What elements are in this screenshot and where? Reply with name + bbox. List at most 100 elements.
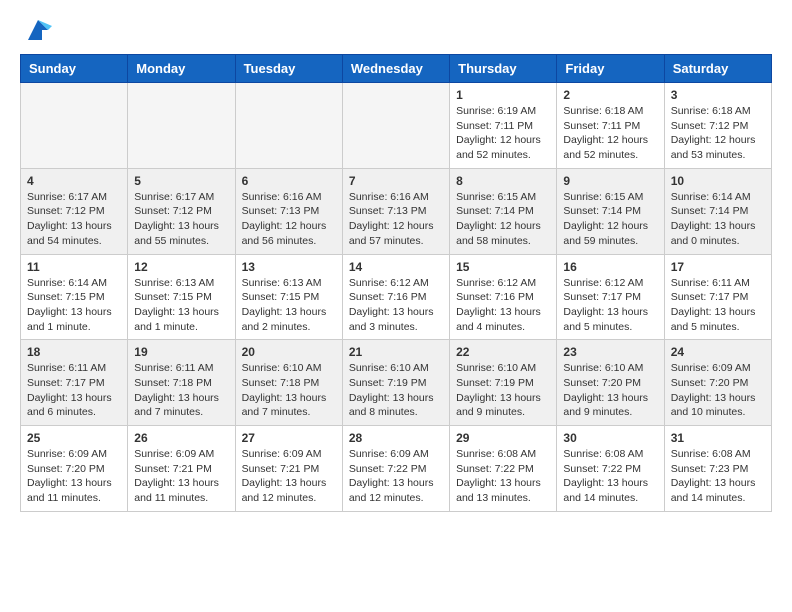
sunset-label: Sunset: 7:15 PM [27, 291, 105, 303]
day-info: Sunrise: 6:11 AMSunset: 7:17 PMDaylight:… [27, 361, 121, 420]
sunset-label: Sunset: 7:23 PM [671, 463, 749, 475]
sunset-label: Sunset: 7:22 PM [456, 463, 534, 475]
day-info: Sunrise: 6:11 AM Sunset: 7:18 PM Daylight:… [134, 361, 228, 420]
empty-day [235, 83, 342, 169]
calendar-day-31: 31Sunrise: 6:08 AMSunset: 7:23 PMDayligh… [664, 426, 771, 512]
sunset-label: Sunset: 7:13 PM [242, 205, 320, 217]
calendar-day-25: 25Sunrise: 6:09 AMSunset: 7:20 PMDayligh… [21, 426, 128, 512]
day-number: 31 [671, 431, 765, 445]
calendar-day-29: 29Sunrise: 6:08 AMSunset: 7:22 PMDayligh… [450, 426, 557, 512]
sunrise-label: Sunrise: 6:09 AM [27, 448, 107, 460]
logo [20, 20, 52, 44]
day-number: 5 [134, 174, 228, 188]
sunset-label: Sunset: 7:18 PM [242, 377, 320, 389]
sunrise-label: Sunrise: 6:08 AM [563, 448, 643, 460]
day-info: Sunrise: 6:14 AMSunset: 7:15 PMDaylight:… [27, 276, 121, 335]
daylight-label: Daylight: 13 hours and 7 minutes. [242, 392, 327, 419]
daylight-label: Daylight: 12 hours and 57 minutes. [349, 220, 434, 247]
day-number: 10 [671, 174, 765, 188]
page-header [20, 20, 772, 44]
day-info: Sunrise: 6:11 AMSunset: 7:17 PMDaylight:… [671, 276, 765, 335]
sunset-label: Sunset: 7:20 PM [563, 377, 641, 389]
sunset-label: Sunset: 7:21 PM [242, 463, 320, 475]
day-number: 25 [27, 431, 121, 445]
sunrise-label: Sunrise: 6:15 AM [456, 191, 536, 203]
sunrise-label: Sunrise: 6:09 AM [134, 448, 214, 460]
day-info: Sunrise: 6:10 AMSunset: 7:20 PMDaylight:… [563, 361, 657, 420]
calendar-day-12: 12 Sunrise: 6:13 AMSunset: 7:15 PMDayligh… [128, 254, 235, 340]
calendar-day-17: 17Sunrise: 6:11 AMSunset: 7:17 PMDayligh… [664, 254, 771, 340]
day-number: 9 [563, 174, 657, 188]
day-info: Sunrise: 6:13 AMSunset: 7:15 PMDaylight:… [134, 276, 228, 335]
day-info: Sunrise: 6:09 AMSunset: 7:21 PMDaylight:… [134, 447, 228, 506]
day-info: Sunrise: 6:16 AMSunset: 7:13 PMDaylight:… [349, 190, 443, 249]
calendar-day-23: 23 Sunrise: 6:10 AMSunset: 7:20 PMDayligh… [557, 340, 664, 426]
day-number: 12 [134, 260, 228, 274]
calendar-week-row: 1Sunrise: 6:19 AMSunset: 7:11 PMDaylight… [21, 83, 772, 169]
daylight-label: Daylight: 12 hours and 52 minutes. [456, 134, 541, 161]
daylight-label: Daylight: 12 hours and 58 minutes. [456, 220, 541, 247]
calendar-week-row: 4Sunrise: 6:17 AMSunset: 7:12 PMDaylight… [21, 168, 772, 254]
sunset-label: Sunset: 7:19 PM [349, 377, 427, 389]
daylight-label: Daylight: 13 hours and 54 minutes. [27, 220, 112, 247]
day-info: Sunrise: 6:12 AMSunset: 7:16 PMDaylight:… [456, 276, 550, 335]
header-saturday: Saturday [664, 55, 771, 83]
day-info: Sunrise: 6:09 AMSunset: 7:22 PMDaylight:… [349, 447, 443, 506]
calendar-day-2: 2Sunrise: 6:18 AMSunset: 7:11 PMDaylight… [557, 83, 664, 169]
header-monday: Monday [128, 55, 235, 83]
calendar-week-row: 11Sunrise: 6:14 AMSunset: 7:15 PMDayligh… [21, 254, 772, 340]
sunset-label: Sunset: 7:14 PM [563, 205, 641, 217]
sunset-label: Sunset: 7:18 PM [134, 377, 212, 389]
calendar-day-11: 11Sunrise: 6:14 AMSunset: 7:15 PMDayligh… [21, 254, 128, 340]
day-number: 7 [349, 174, 443, 188]
day-number: 15 [456, 260, 550, 274]
day-number: 6 [242, 174, 336, 188]
calendar-day-9: 9Sunrise: 6:15 AMSunset: 7:14 PMDaylight… [557, 168, 664, 254]
sunset-label: Sunset: 7:20 PM [27, 463, 105, 475]
calendar-day-24: 24Sunrise: 6:09 AMSunset: 7:20 PMDayligh… [664, 340, 771, 426]
calendar-day-6: 6Sunrise: 6:16 AMSunset: 7:13 PMDaylight… [235, 168, 342, 254]
daylight-label: Daylight: 13 hours and 5 minutes. [563, 306, 648, 333]
sunset-label: Sunset: 7:11 PM [563, 120, 640, 132]
daylight-label: Daylight: 13 hours and 13 minutes. [456, 477, 541, 504]
day-number: 13 [242, 260, 336, 274]
day-info: Sunrise: 6:13 AMSunset: 7:15 PMDaylight:… [242, 276, 336, 335]
daylight-label: Daylight: 13 hours and 6 minutes. [27, 392, 112, 419]
day-number: 23 [563, 345, 657, 359]
sunrise-label: Sunrise: 6:11 AM [134, 362, 213, 374]
calendar-day-28: 28Sunrise: 6:09 AMSunset: 7:22 PMDayligh… [342, 426, 449, 512]
day-number: 27 [242, 431, 336, 445]
daylight-label: Daylight: 13 hours and 3 minutes. [349, 306, 434, 333]
sunrise-label: Sunrise: 6:10 AM [456, 362, 536, 374]
calendar-day-13: 13 Sunrise: 6:13 AMSunset: 7:15 PMDayligh… [235, 254, 342, 340]
day-number: 3 [671, 88, 765, 102]
calendar-day-26: 26 Sunrise: 6:09 AMSunset: 7:21 PMDayligh… [128, 426, 235, 512]
calendar-header-row: SundayMondayTuesdayWednesdayThursdayFrid… [21, 55, 772, 83]
day-info: Sunrise: 6:18 AMSunset: 7:12 PMDaylight:… [671, 104, 765, 163]
day-number: 14 [349, 260, 443, 274]
day-info: Sunrise: 6:17 AMSunset: 7:12 PMDaylight:… [134, 190, 228, 249]
day-number: 2 [563, 88, 657, 102]
calendar-day-21: 21Sunrise: 6:10 AMSunset: 7:19 PMDayligh… [342, 340, 449, 426]
sunset-label: Sunset: 7:14 PM [671, 205, 749, 217]
calendar-day-8: 8Sunrise: 6:15 AMSunset: 7:14 PMDaylight… [450, 168, 557, 254]
day-number: 26 [134, 431, 228, 445]
day-number: 20 [242, 345, 336, 359]
sunset-label: Sunset: 7:16 PM [456, 291, 534, 303]
daylight-label: Daylight: 12 hours and 59 minutes. [563, 220, 648, 247]
empty-day [128, 83, 235, 169]
sunrise-label: Sunrise: 6:12 AM [349, 277, 429, 289]
daylight-label: Daylight: 13 hours and 7 minutes. [134, 392, 219, 419]
sunset-label: Sunset: 7:17 PM [27, 377, 105, 389]
calendar-day-16: 16Sunrise: 6:12 AMSunset: 7:17 PMDayligh… [557, 254, 664, 340]
day-number: 29 [456, 431, 550, 445]
sunrise-label: Sunrise: 6:17 AM [134, 191, 214, 203]
day-info: Sunrise: 6:10 AMSunset: 7:19 PMDaylight:… [456, 361, 550, 420]
empty-day [342, 83, 449, 169]
day-info: Sunrise: 6:09 AMSunset: 7:20 PMDaylight:… [671, 361, 765, 420]
day-number: 1 [456, 88, 550, 102]
header-tuesday: Tuesday [235, 55, 342, 83]
sunset-label: Sunset: 7:19 PM [456, 377, 534, 389]
sunrise-label: Sunrise: 6:18 AM [671, 105, 751, 117]
calendar-day-5: 5 Sunrise: 6:17 AMSunset: 7:12 PMDaylight… [128, 168, 235, 254]
